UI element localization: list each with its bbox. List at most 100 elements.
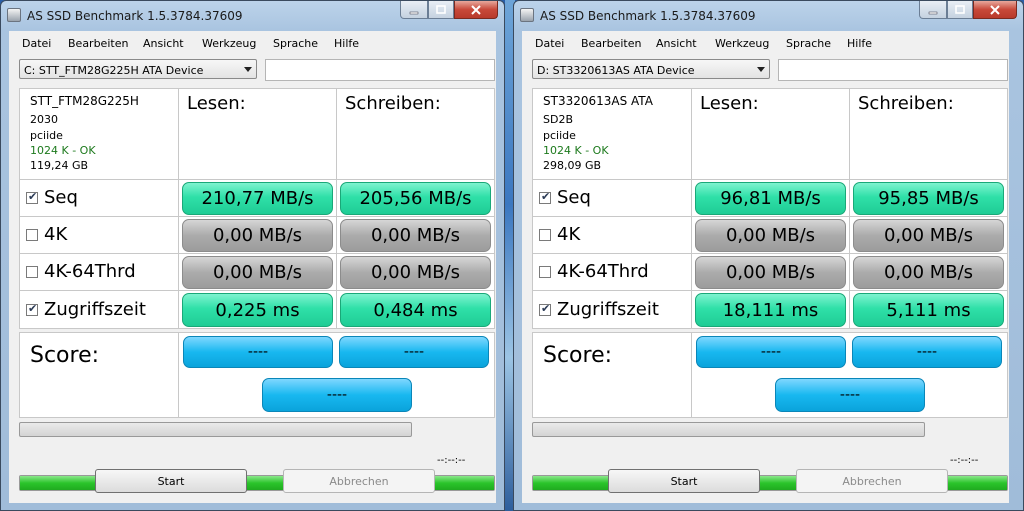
row-access-label-cell: ✔ Zugriffszeit — [532, 290, 692, 329]
menu-sprache[interactable]: Sprache — [786, 37, 831, 50]
abort-button[interactable]: Abbrechen — [283, 469, 435, 493]
menu-hilfe[interactable]: Hilfe — [334, 37, 359, 50]
write-header-cell: Schreiben: — [336, 88, 495, 180]
row-4k-write-cell: 0,00 MB/s — [849, 216, 1008, 254]
row-label-4k64: 4K-64Thrd — [44, 261, 136, 282]
drive-info-panel: STT_FTM28G225H 2030 pciide 1024 K - OK 1… — [19, 88, 179, 180]
checkmark-icon: ✔ — [28, 302, 38, 315]
menu-bearbeiten[interactable]: Bearbeiten — [68, 37, 128, 50]
drive-driver: pciide — [30, 129, 63, 142]
row-4k64-label-cell: 4K-64Thrd — [532, 253, 692, 291]
4k-write-result: 0,00 MB/s — [853, 219, 1004, 252]
menu-ansicht[interactable]: Ansicht — [656, 37, 697, 50]
score-total: ---- — [262, 378, 412, 412]
access-time-checkbox[interactable]: ✔ — [26, 302, 38, 316]
score-label: Score: — [30, 343, 100, 368]
access-time-checkbox[interactable]: ✔ — [539, 302, 551, 316]
close-button[interactable] — [973, 1, 1017, 19]
row-4k-label-cell: 4K — [532, 216, 692, 254]
4k64-checkbox[interactable] — [539, 266, 551, 278]
4k-read-result: 0,00 MB/s — [182, 219, 333, 252]
drive-driver: pciide — [543, 129, 576, 142]
menu-bearbeiten[interactable]: Bearbeiten — [581, 37, 641, 50]
device-select[interactable]: C: STT_FTM28G225H ATA Device — [19, 59, 257, 79]
row-label-seq: Seq — [557, 187, 591, 208]
minimize-button[interactable] — [400, 1, 428, 19]
score-write: ---- — [852, 336, 1002, 368]
read-header: Lesen: — [700, 93, 759, 114]
4k64-read-result: 0,00 MB/s — [695, 256, 846, 289]
menu-werkzeug[interactable]: Werkzeug — [202, 37, 256, 50]
seq-read-result: 210,77 MB/s — [182, 182, 333, 215]
checkmark-icon: ✔ — [541, 302, 551, 315]
row-seq-read-cell: 96,81 MB/s — [691, 179, 850, 217]
row-label-4k: 4K — [44, 224, 68, 245]
minimize-button[interactable] — [919, 1, 947, 19]
row-seq-write-cell: 95,85 MB/s — [849, 179, 1008, 217]
elapsed-time: --:--:-- — [437, 455, 466, 466]
start-button[interactable]: Start — [608, 469, 760, 493]
score-values-cell: ---- ---- ---- — [178, 332, 495, 418]
read-header: Lesen: — [187, 93, 246, 114]
score-write: ---- — [339, 336, 489, 368]
4k-checkbox[interactable] — [539, 229, 551, 241]
menu-datei[interactable]: Datei — [535, 37, 564, 50]
chevron-down-icon — [244, 67, 252, 72]
read-header-cell: Lesen: — [691, 88, 850, 180]
seq-checkbox[interactable]: ✔ — [26, 190, 38, 204]
menu-sprache[interactable]: Sprache — [273, 37, 318, 50]
window-title: AS SSD Benchmark 1.5.3784.37609 — [540, 9, 756, 23]
score-read: ---- — [183, 336, 333, 368]
4k64-read-result: 0,00 MB/s — [182, 256, 333, 289]
score-read: ---- — [696, 336, 846, 368]
row-label-access-time: Zugriffszeit — [557, 299, 659, 320]
4k-checkbox[interactable] — [26, 229, 38, 241]
close-icon — [990, 4, 1000, 15]
4k64-write-result: 0,00 MB/s — [853, 256, 1004, 289]
maximize-button[interactable] — [428, 1, 454, 19]
abort-button[interactable]: Abbrechen — [796, 469, 948, 493]
row-label-4k64: 4K-64Thrd — [557, 261, 649, 282]
menu-bar: Datei Bearbeiten Ansicht Werkzeug Sprach… — [9, 31, 496, 55]
row-4k64-write-cell: 0,00 MB/s — [849, 253, 1008, 291]
4k64-write-result: 0,00 MB/s — [340, 256, 491, 289]
row-access-write-cell: 0,484 ms — [336, 290, 495, 329]
row-label-4k: 4K — [557, 224, 581, 245]
alignment-status: 1024 K - OK — [543, 144, 609, 157]
row-access-read-cell: 0,225 ms — [178, 290, 337, 329]
4k-read-result: 0,00 MB/s — [695, 219, 846, 252]
start-button[interactable]: Start — [95, 469, 247, 493]
seq-checkbox[interactable]: ✔ — [539, 190, 551, 204]
menu-werkzeug[interactable]: Werkzeug — [715, 37, 769, 50]
results-grid: STT_FTM28G225H 2030 pciide 1024 K - OK 1… — [19, 88, 495, 450]
benchmark-window-right: AS SSD Benchmark 1.5.3784.37609 Datei Be… — [513, 0, 1024, 511]
device-select[interactable]: D: ST3320613AS ATA Device — [532, 59, 770, 79]
title-bar[interactable]: AS SSD Benchmark 1.5.3784.37609 — [514, 1, 1023, 31]
row-4k64-read-cell: 0,00 MB/s — [178, 253, 337, 291]
menu-ansicht[interactable]: Ansicht — [143, 37, 184, 50]
path-input[interactable] — [778, 59, 1008, 81]
row-label-access-time: Zugriffszeit — [44, 299, 146, 320]
drive-info-panel: ST3320613AS ATA SD2B pciide 1024 K - OK … — [532, 88, 692, 180]
menu-bar: Datei Bearbeiten Ansicht Werkzeug Sprach… — [522, 31, 1009, 55]
seq-write-result: 205,56 MB/s — [340, 182, 491, 215]
close-button[interactable] — [454, 1, 498, 19]
access-time-write-result: 5,111 ms — [853, 293, 1004, 327]
maximize-button[interactable] — [947, 1, 973, 19]
4k64-checkbox[interactable] — [26, 266, 38, 278]
row-4k-read-cell: 0,00 MB/s — [178, 216, 337, 254]
menu-datei[interactable]: Datei — [22, 37, 51, 50]
row-4k-label-cell: 4K — [19, 216, 179, 254]
drive-firmware: 2030 — [30, 113, 58, 126]
results-grid: ST3320613AS ATA SD2B pciide 1024 K - OK … — [532, 88, 1008, 450]
maximize-icon — [955, 4, 965, 14]
access-time-write-result: 0,484 ms — [340, 293, 491, 327]
menu-hilfe[interactable]: Hilfe — [847, 37, 872, 50]
drive-icon — [7, 8, 21, 22]
seq-write-result: 95,85 MB/s — [853, 182, 1004, 215]
path-input[interactable] — [265, 59, 495, 81]
row-access-write-cell: 5,111 ms — [849, 290, 1008, 329]
title-bar[interactable]: AS SSD Benchmark 1.5.3784.37609 — [1, 1, 504, 31]
minimize-icon — [409, 11, 419, 14]
row-seq-label-cell: ✔ Seq — [532, 179, 692, 217]
